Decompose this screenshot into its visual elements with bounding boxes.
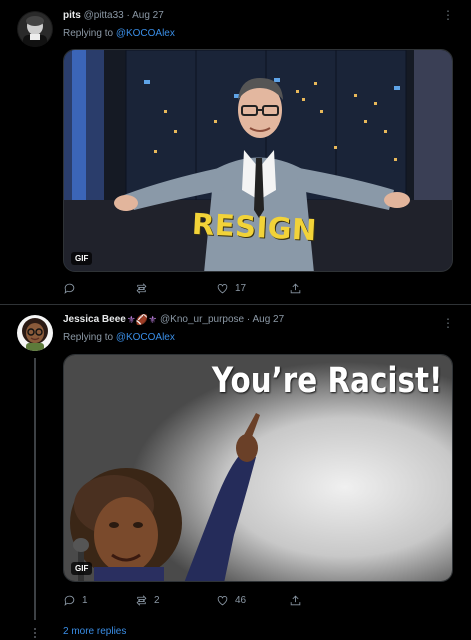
thread-dots	[32, 628, 38, 640]
avatar-image	[17, 315, 53, 351]
ellipsis-icon[interactable]: ⋮	[442, 8, 455, 22]
share-icon	[290, 283, 301, 294]
tweet-actions: 17	[63, 282, 313, 298]
tweet-actions: 1 2 46	[63, 594, 313, 610]
tweet[interactable]: pits @pitta33 · Aug 27 ⋮ Replying to @KO…	[0, 0, 471, 305]
user-handle[interactable]: @pitta33	[84, 10, 124, 21]
avatar[interactable]	[17, 11, 53, 47]
display-name[interactable]: pits	[63, 10, 81, 21]
like-icon	[217, 284, 228, 294]
reply-button[interactable]	[63, 282, 82, 295]
share-icon	[290, 595, 301, 606]
avatar[interactable]	[17, 315, 53, 351]
like-count: 46	[235, 595, 247, 606]
separator: ·	[246, 314, 251, 325]
tweet-date[interactable]: Aug 27	[252, 314, 284, 325]
like-count: 17	[235, 283, 247, 294]
gif-caption: RESIGN	[191, 206, 318, 248]
reply-count: 1	[82, 595, 88, 606]
replying-label: Replying to	[63, 28, 114, 39]
replying-to: Replying to @KOCOAlex	[63, 332, 175, 343]
more-replies-link[interactable]: 2 more replies	[63, 626, 126, 637]
gif-badge: GIF	[71, 252, 93, 265]
tweet-header: pits @pitta33 · Aug 27	[63, 10, 164, 21]
reply-icon	[64, 283, 75, 294]
reply-button[interactable]: 1	[63, 594, 88, 607]
like-icon	[217, 596, 228, 606]
like-button[interactable]: 17	[216, 282, 246, 295]
user-handle[interactable]: @Kno_ur_purpose	[160, 314, 244, 325]
replying-handle-link[interactable]: @KOCOAlex	[116, 28, 175, 39]
like-button[interactable]: 46	[216, 594, 246, 607]
avatar-image	[17, 11, 53, 47]
tweet[interactable]: Jessica Beee⚜🏈⚜ @Kno_ur_purpose · Aug 27…	[0, 306, 471, 640]
thread-line	[34, 358, 36, 620]
retweet-count: 2	[154, 595, 160, 606]
separator: ·	[126, 10, 130, 21]
tweet-date[interactable]: Aug 27	[132, 10, 164, 21]
replying-handle-link[interactable]: @KOCOAlex	[116, 332, 175, 343]
gif-caption: You’re Racist!	[211, 361, 442, 401]
share-button[interactable]	[289, 594, 308, 607]
share-button[interactable]	[289, 282, 308, 295]
name-emoji: ⚜🏈⚜	[126, 315, 158, 326]
retweet-icon	[136, 283, 147, 294]
retweet-button[interactable]: 2	[135, 594, 160, 607]
replying-label: Replying to	[63, 332, 114, 343]
tweet-header: Jessica Beee⚜🏈⚜ @Kno_ur_purpose · Aug 27	[63, 314, 284, 326]
ellipsis-icon[interactable]: ⋮	[442, 316, 455, 330]
display-name[interactable]: Jessica Beee	[63, 314, 126, 325]
replying-to: Replying to @KOCOAlex	[63, 28, 175, 39]
gif-media[interactable]: RESIGN GIF	[63, 49, 453, 272]
gif-badge: GIF	[71, 562, 93, 575]
reply-icon	[64, 595, 75, 606]
retweet-button[interactable]	[135, 282, 154, 295]
retweet-icon	[136, 595, 147, 606]
gif-media[interactable]: You’re Racist! GIF	[63, 354, 453, 582]
